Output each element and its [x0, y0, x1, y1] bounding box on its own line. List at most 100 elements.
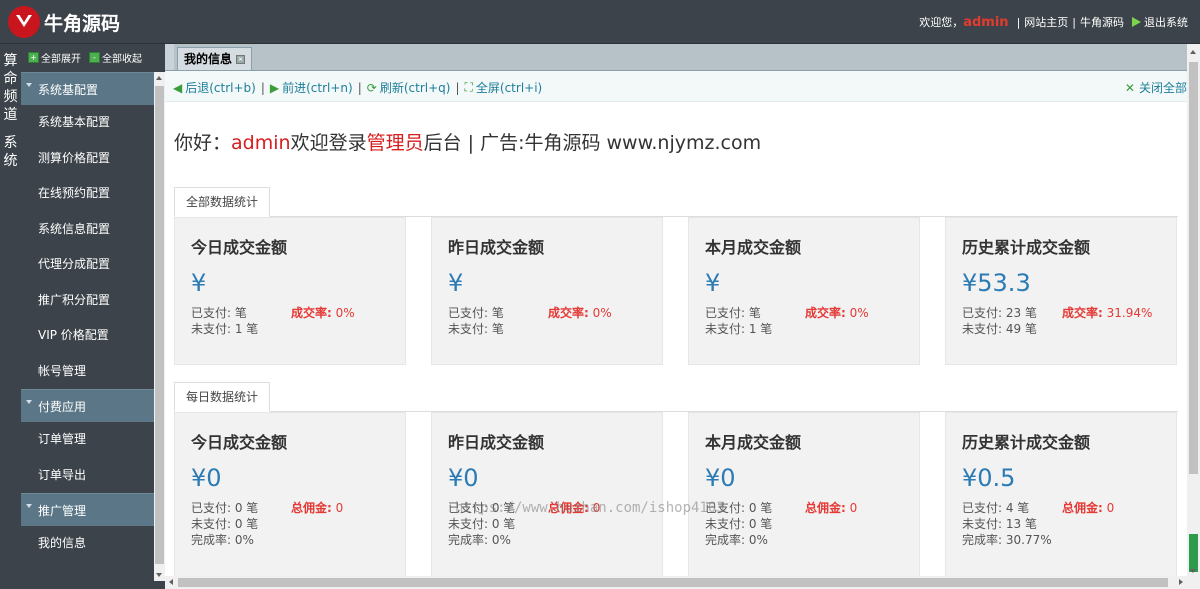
sidebar-menu: 系统基配置 系统基本配置 测算价格配置 在线预约配置 系统信息配置 代理分成配置 推广积分配…: [21, 72, 154, 582]
scroll-thumb[interactable]: [178, 578, 1168, 587]
link-site-home[interactable]: 网站主页: [1024, 14, 1068, 30]
sidebar-scrollbar[interactable]: [154, 72, 165, 581]
menu-item[interactable]: VIP 价格配置: [21, 318, 154, 354]
card-ratio: 总佣金: 0: [1062, 501, 1115, 515]
watermark: https://www.huzhan.com/ishop4103: [455, 500, 725, 516]
refresh-button[interactable]: ⟳ 刷新(ctrl+q): [367, 79, 451, 96]
back-button[interactable]: ◀ 后退(ctrl+b): [173, 79, 256, 96]
card-stat-line: 完成率: 0%: [705, 533, 768, 547]
menu-item[interactable]: 测算价格配置: [21, 141, 154, 177]
card-stat-line: 未支付: 笔: [448, 322, 504, 336]
stat-card: 昨日成交金额 ¥ 已支付: 笔成交率: 0% 未支付: 笔: [431, 217, 663, 365]
card-stat-line: 完成率: 0%: [448, 533, 511, 547]
logout-link[interactable]: 退出系统: [1144, 14, 1188, 30]
menu-item[interactable]: 帐号管理: [21, 354, 154, 390]
card-amount: ¥53.3: [962, 269, 1031, 297]
card-title: 昨日成交金额: [448, 433, 545, 452]
stat-card: 本月成交金额 ¥ 已支付: 笔成交率: 0% 未支付: 1 笔: [688, 217, 920, 365]
menu-item[interactable]: 订单管理: [21, 422, 154, 458]
logo-mark-icon: [8, 6, 40, 38]
menu-item[interactable]: 在线预约配置: [21, 176, 154, 212]
menu-item[interactable]: 推广积分配置: [21, 283, 154, 319]
stat-card: 今日成交金额 ¥ 已支付: 笔成交率: 0% 未支付: 1 笔: [174, 217, 406, 365]
collapse-all-button[interactable]: - 全部收起: [89, 50, 142, 65]
card-ratio: 成交率: 31.94%: [1062, 306, 1153, 320]
card-stat-line: 已支付: 0 笔总佣金: 0: [191, 501, 344, 515]
card-amount: ¥: [705, 269, 721, 297]
card-ratio: 成交率: 0%: [548, 306, 612, 320]
caret-down-icon: [26, 504, 32, 508]
stat-card: 历史累计成交金额 ¥53.3 已支付: 23 笔成交率: 31.94% 未支付: 49…: [945, 217, 1177, 365]
scroll-up-icon[interactable]: [156, 76, 162, 80]
close-all-button[interactable]: ✕ 关闭全部: [1125, 79, 1187, 96]
menu-group-header[interactable]: 推广管理: [21, 493, 154, 526]
card-stat-line: 未支付: 49 笔: [962, 322, 1037, 336]
page-scrollbar[interactable]: [1187, 44, 1200, 589]
card-stat-line: 未支付: 13 笔: [962, 517, 1037, 531]
current-user: admin: [963, 14, 1009, 30]
menu-group-header[interactable]: 系统基配置: [21, 72, 154, 105]
welcome-text: 欢迎您，: [919, 16, 964, 29]
card-stat-line: 已支付: 4 笔总佣金: 0: [962, 501, 1115, 515]
caret-down-icon: [26, 400, 32, 404]
menu-item[interactable]: 系统基本配置: [21, 105, 154, 141]
logo-text: 牛角源码: [44, 12, 121, 35]
card-title: 本月成交金额: [705, 433, 802, 452]
card-ratio: 成交率: 0%: [291, 306, 355, 320]
horizontal-scrollbar[interactable]: [165, 576, 1187, 589]
card-stat-line: 已支付: 0 笔总佣金: 0: [705, 501, 858, 515]
channel-item[interactable]: 算命频道: [0, 52, 21, 124]
card-ratio: 成交率: 0%: [805, 306, 869, 320]
stat-card: 昨日成交金额 ¥0 已支付: 0 笔总佣金: 0 未支付: 0 笔完成率: 0%: [431, 412, 663, 576]
stat-card: 本月成交金额 ¥0 已支付: 0 笔总佣金: 0 未支付: 0 笔完成率: 0%: [688, 412, 920, 576]
section-tab[interactable]: 全部数据统计: [174, 187, 271, 217]
card-title: 今日成交金额: [191, 238, 288, 257]
card-title: 昨日成交金额: [448, 238, 545, 257]
card-amount: ¥0: [705, 464, 736, 492]
channel-item[interactable]: 系统: [0, 134, 21, 170]
card-title: 本月成交金额: [705, 238, 802, 257]
card-amount: ¥: [448, 269, 464, 297]
scroll-right-icon[interactable]: [1179, 579, 1183, 585]
logo[interactable]: 牛角源码: [8, 6, 120, 38]
expand-all-button[interactable]: + 全部展开: [28, 50, 81, 65]
card-stat-line: 未支付: 1 笔: [191, 322, 259, 336]
caret-down-icon: [26, 83, 32, 87]
menu-item[interactable]: 订单导出: [21, 458, 154, 494]
scroll-indicator: [1189, 534, 1198, 572]
tab-close-icon[interactable]: ×: [236, 54, 246, 64]
refresh-icon: ⟳: [366, 80, 377, 95]
scroll-down-icon[interactable]: [156, 573, 162, 577]
fullscreen-icon: ⛶: [464, 80, 473, 94]
card-stat-line: 已支付: 笔成交率: 0%: [448, 306, 612, 320]
tab-scroll-left-icon[interactable]: [165, 44, 174, 70]
card-title: 今日成交金额: [191, 433, 288, 452]
tab-bar: 我的信息 ×: [165, 44, 1200, 71]
nav-toolbar: ◀ 后退(ctrl+b) | ▶ 前进(ctrl+n) | ⟳ 刷新(ctrl+…: [165, 71, 1187, 102]
sidebar-tools: + 全部展开 - 全部收起: [21, 44, 154, 70]
card-stat-line: 已支付: 笔成交率: 0%: [191, 306, 355, 320]
card-stat-line: 未支付: 1 笔: [705, 322, 773, 336]
scroll-thumb[interactable]: [1189, 62, 1198, 474]
tab-my-info[interactable]: 我的信息 ×: [177, 47, 253, 70]
menu-item[interactable]: 系统信息配置: [21, 212, 154, 248]
menu-group-header[interactable]: 付费应用: [21, 389, 154, 422]
forward-button[interactable]: ▶ 前进(ctrl+n): [270, 79, 353, 96]
top-header: 牛角源码 欢迎您， admin | 网站主页 | 牛角源码 退出系统: [0, 0, 1200, 44]
header-user-area: 欢迎您， admin | 网站主页 | 牛角源码 退出系统: [919, 14, 1188, 30]
scroll-down-icon[interactable]: [1190, 569, 1196, 573]
menu-item[interactable]: 我的信息: [21, 526, 154, 562]
scroll-up-icon[interactable]: [1190, 50, 1196, 54]
card-amount: ¥: [191, 269, 207, 297]
forward-arrow-icon: ▶: [269, 80, 280, 95]
link-niujiao[interactable]: 牛角源码: [1080, 14, 1124, 30]
card-stat-line: 完成率: 0%: [191, 533, 254, 547]
card-stat-line: 未支付: 0 笔: [191, 517, 259, 531]
scroll-thumb[interactable]: [155, 86, 164, 564]
menu-item[interactable]: 代理分成配置: [21, 247, 154, 283]
scroll-left-icon[interactable]: [169, 579, 173, 585]
card-stat-line: 已支付: 23 笔成交率: 31.94%: [962, 306, 1153, 320]
logout-arrow-icon[interactable]: [1132, 17, 1141, 27]
section-tab[interactable]: 每日数据统计: [174, 382, 271, 412]
fullscreen-button[interactable]: ⛶ 全屏(ctrl+i): [465, 79, 543, 96]
